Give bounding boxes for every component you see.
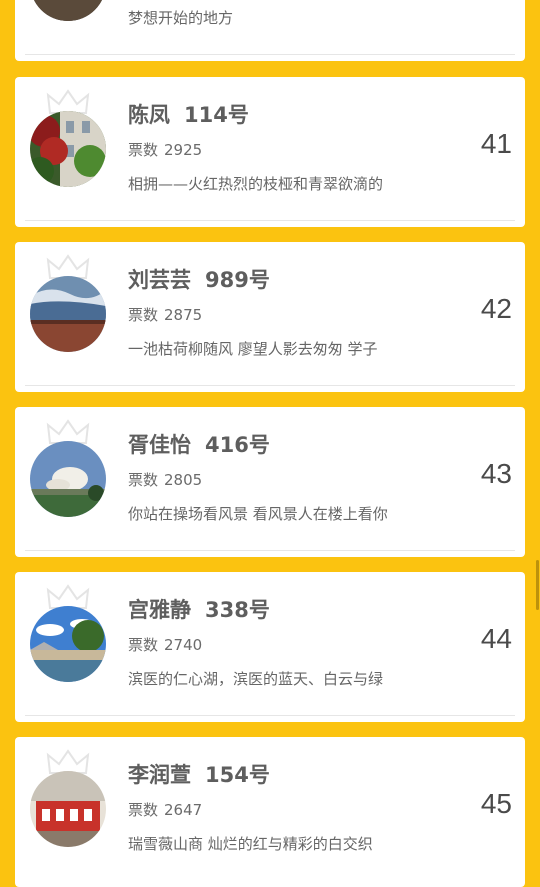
entry-title: 李润萱 154号 xyxy=(128,759,270,789)
avatar[interactable] xyxy=(30,0,106,21)
avatar-wrap xyxy=(30,584,106,682)
avatar-wrap xyxy=(30,749,106,847)
vote-count: 票数 2875 xyxy=(128,304,202,325)
avatar[interactable] xyxy=(30,606,106,682)
votes-label: 票数 xyxy=(128,141,159,159)
contestant-name: 胥佳怡 xyxy=(128,433,191,457)
vote-count: 票数 2925 xyxy=(128,139,202,160)
rank-number: 41 xyxy=(480,128,512,159)
votes-value: 2925 xyxy=(164,141,203,159)
votes-label: 票数 xyxy=(128,636,159,654)
contestant-number: 114号 xyxy=(184,103,249,127)
entry-card[interactable]: 宫雅静 338号 票数 2740 滨医的仁心湖，滨医的蓝天、白云与绿 44 xyxy=(15,572,525,722)
entry-description: 一池枯荷柳随风 廖望人影去匆匆 学子 xyxy=(128,340,378,358)
divider xyxy=(25,385,515,386)
entry-title: 宫雅静 338号 xyxy=(128,594,270,624)
divider xyxy=(25,54,515,55)
entry-description: 你站在操场看风景 看风景人在楼上看你 xyxy=(128,505,388,523)
entry-list: 梦想开始的地方 陈凤 114号 票数 2925 相拥——火红热烈的枝桠和青翠欲滴… xyxy=(0,0,540,887)
votes-value: 2647 xyxy=(164,801,203,819)
rank-number: 45 xyxy=(480,788,512,819)
avatar[interactable] xyxy=(30,276,106,352)
contestant-number: 989号 xyxy=(205,268,270,292)
contestant-number: 338号 xyxy=(205,598,270,622)
vote-count: 票数 2647 xyxy=(128,799,202,820)
entry-description: 梦想开始的地方 xyxy=(128,9,234,27)
entry-title: 胥佳怡 416号 xyxy=(128,429,270,459)
avatar-wrap xyxy=(30,419,106,517)
votes-label: 票数 xyxy=(128,471,159,489)
entry-description: 滨医的仁心湖，滨医的蓝天、白云与绿 xyxy=(128,670,384,688)
contestant-name: 李润萱 xyxy=(128,763,191,787)
entry-card[interactable]: 陈凤 114号 票数 2925 相拥——火红热烈的枝桠和青翠欲滴的 41 xyxy=(15,77,525,227)
avatar-wrap xyxy=(30,89,106,187)
entry-card[interactable]: 梦想开始的地方 xyxy=(15,0,525,61)
avatar[interactable] xyxy=(30,441,106,517)
votes-value: 2740 xyxy=(164,636,203,654)
rank-number: 44 xyxy=(480,623,512,654)
avatar[interactable] xyxy=(30,111,106,187)
avatar-wrap xyxy=(30,0,106,21)
contestant-number: 154号 xyxy=(205,763,270,787)
contestant-number: 416号 xyxy=(205,433,270,457)
divider xyxy=(25,550,515,551)
vote-count: 票数 2740 xyxy=(128,634,202,655)
rank-number: 43 xyxy=(480,458,512,489)
entry-title: 刘芸芸 989号 xyxy=(128,264,270,294)
rank-number: 42 xyxy=(480,293,512,324)
contestant-name: 刘芸芸 xyxy=(128,268,191,292)
divider xyxy=(25,715,515,716)
vote-count: 票数 2805 xyxy=(128,469,202,490)
entry-card[interactable]: 胥佳怡 416号 票数 2805 你站在操场看风景 看风景人在楼上看你 43 xyxy=(15,407,525,557)
contestant-name: 陈凤 xyxy=(128,103,170,127)
divider xyxy=(25,220,515,221)
entry-card[interactable]: 刘芸芸 989号 票数 2875 一池枯荷柳随风 廖望人影去匆匆 学子 42 xyxy=(15,242,525,392)
entry-card[interactable]: 李润萱 154号 票数 2647 瑞雪薇山商 灿烂的红与精彩的白交织 45 xyxy=(15,737,525,887)
avatar-wrap xyxy=(30,254,106,352)
votes-label: 票数 xyxy=(128,801,159,819)
entry-description: 相拥——火红热烈的枝桠和青翠欲滴的 xyxy=(128,175,384,193)
scrollbar[interactable] xyxy=(536,560,539,610)
contestant-name: 宫雅静 xyxy=(128,598,191,622)
avatar[interactable] xyxy=(30,771,106,847)
votes-label: 票数 xyxy=(128,306,159,324)
votes-value: 2805 xyxy=(164,471,203,489)
votes-value: 2875 xyxy=(164,306,203,324)
entry-title: 陈凤 114号 xyxy=(128,99,249,129)
